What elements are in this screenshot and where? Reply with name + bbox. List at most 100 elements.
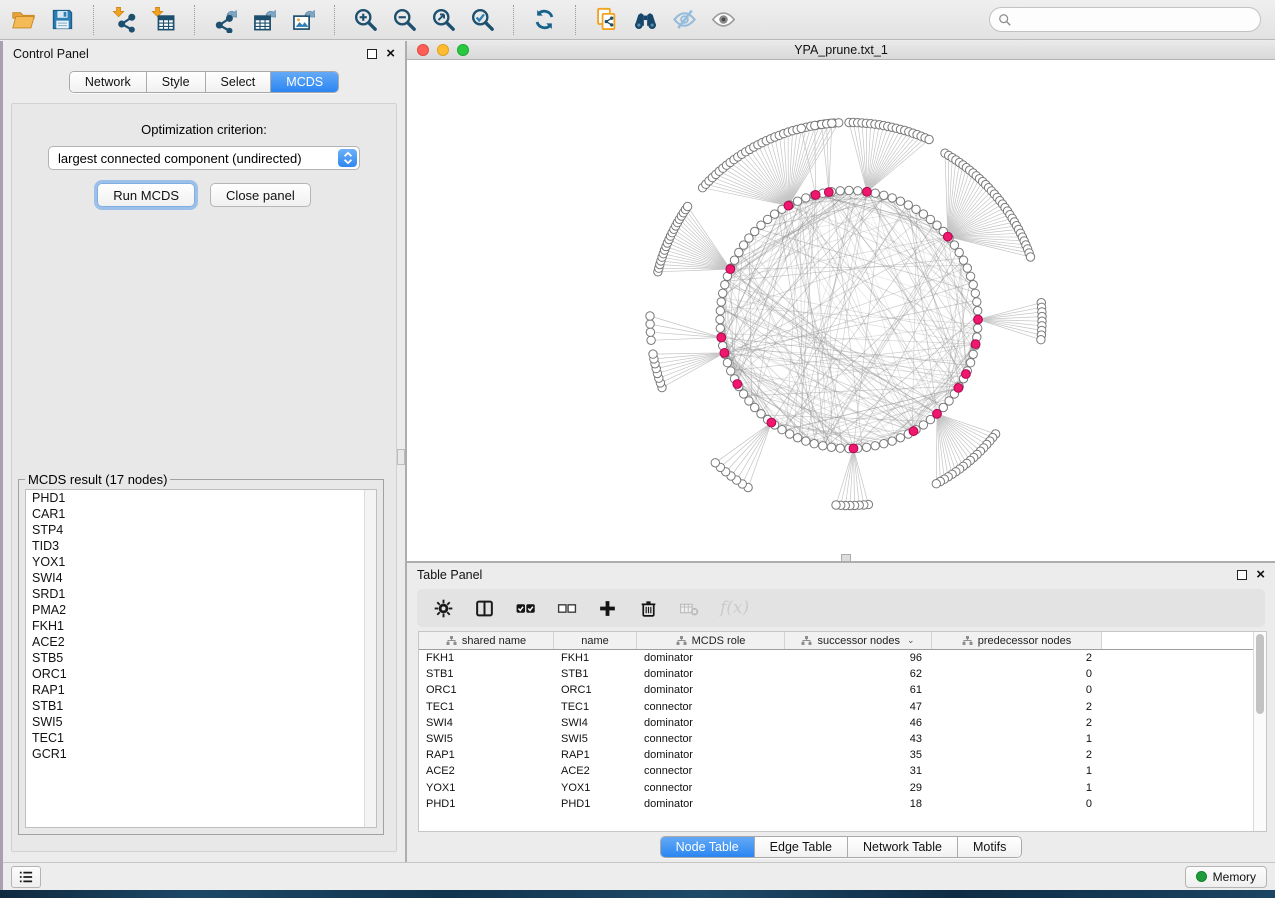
zoom-in-icon[interactable] (352, 6, 379, 33)
close-table-panel-icon[interactable]: × (1256, 570, 1265, 580)
tab-style[interactable]: Style (147, 72, 206, 92)
column-header-successor-nodes[interactable]: successor nodes⌄ (785, 632, 932, 649)
tab-mcds[interactable]: MCDS (271, 72, 338, 92)
toolbar-divider (513, 5, 514, 35)
search-box[interactable] (989, 7, 1261, 32)
cell-name: RAP1 (554, 749, 637, 761)
mcds-result-item[interactable]: GCR1 (26, 746, 376, 762)
toolbar-divider (194, 5, 195, 35)
tab-network[interactable]: Network (70, 72, 147, 92)
cell-name: FKH1 (554, 652, 637, 664)
cell-shared-name: YOX1 (419, 782, 554, 794)
float-panel-icon[interactable] (367, 49, 377, 59)
trash-icon[interactable] (638, 598, 659, 619)
network-canvas[interactable] (407, 60, 1275, 561)
gear-icon[interactable] (433, 598, 454, 619)
table-panel: Table Panel × f(x) shared namenameMCDS r… (407, 563, 1275, 862)
search-input[interactable] (1017, 13, 1252, 27)
cell-shared-name: RAP1 (419, 749, 554, 761)
select-checked-icon[interactable] (515, 598, 536, 619)
mcds-result-item[interactable]: YOX1 (26, 554, 376, 570)
horizontal-splitter-handle[interactable] (841, 554, 851, 561)
mcds-result-item[interactable]: ORC1 (26, 666, 376, 682)
column-header-shared-name[interactable]: shared name (419, 632, 554, 649)
mcds-result-item[interactable]: PHD1 (26, 490, 376, 506)
table-row[interactable]: PHD1PHD1dominator180 (419, 796, 1266, 812)
column-header-predecessor-nodes[interactable]: predecessor nodes (932, 632, 1102, 649)
splitter-handle[interactable] (397, 449, 405, 465)
mcds-result-item[interactable]: TID3 (26, 538, 376, 554)
import-network-icon[interactable] (111, 6, 138, 33)
table-scrollbar[interactable] (1253, 632, 1266, 831)
zoom-selected-icon[interactable] (469, 6, 496, 33)
mcds-result-item[interactable]: STB1 (26, 698, 376, 714)
mcds-result-item[interactable]: CAR1 (26, 506, 376, 522)
table-row[interactable]: TEC1TEC1connector472 (419, 699, 1266, 715)
mcds-result-group: MCDS result (17 nodes) PHD1CAR1STP4TID3Y… (18, 472, 384, 835)
refresh-icon[interactable] (531, 6, 558, 33)
open-folder-icon[interactable] (10, 6, 37, 33)
export-network-icon[interactable] (212, 6, 239, 33)
cell-successor-nodes: 35 (785, 749, 932, 761)
mcds-result-item[interactable]: FKH1 (26, 618, 376, 634)
hide-visibility-icon[interactable] (671, 6, 698, 33)
table-row[interactable]: FKH1FKH1dominator962 (419, 650, 1266, 666)
select-unchecked-icon[interactable] (556, 598, 577, 619)
cell-MCDS-role: dominator (637, 798, 785, 810)
mcds-result-list[interactable]: PHD1CAR1STP4TID3YOX1SWI4SRD1PMA2FKH1ACE2… (25, 489, 377, 828)
tab-select[interactable]: Select (206, 72, 272, 92)
eye-icon[interactable] (710, 6, 737, 33)
mcds-result-item[interactable]: STB5 (26, 650, 376, 666)
table-row[interactable]: YOX1YOX1connector291 (419, 780, 1266, 796)
table-tab-network-table[interactable]: Network Table (848, 837, 958, 857)
mcds-result-item[interactable]: STP4 (26, 522, 376, 538)
table-row[interactable]: STB1STB1dominator620 (419, 666, 1266, 682)
binoculars-icon[interactable] (632, 6, 659, 33)
select-stepper-icon (338, 149, 357, 167)
float-table-panel-icon[interactable] (1237, 570, 1247, 580)
mcds-result-item[interactable]: TEC1 (26, 730, 376, 746)
import-table-icon[interactable] (150, 6, 177, 33)
mcds-result-item[interactable]: RAP1 (26, 682, 376, 698)
column-header-MCDS-role[interactable]: MCDS role (637, 632, 785, 649)
list-scrollbar[interactable] (364, 490, 376, 827)
split-columns-icon[interactable] (474, 598, 495, 619)
cell-successor-nodes: 43 (785, 733, 932, 745)
zoom-fit-icon[interactable] (430, 6, 457, 33)
close-panel-icon[interactable]: × (386, 49, 395, 59)
cell-successor-nodes: 29 (785, 782, 932, 794)
run-mcds-button[interactable]: Run MCDS (97, 183, 195, 207)
mcds-result-item[interactable]: SRD1 (26, 586, 376, 602)
table-scrollbar-thumb[interactable] (1256, 634, 1264, 714)
share-document-icon[interactable] (593, 6, 620, 33)
window-edge (0, 41, 3, 890)
close-panel-button[interactable]: Close panel (210, 183, 311, 207)
mcds-result-item[interactable]: ACE2 (26, 634, 376, 650)
zoom-out-icon[interactable] (391, 6, 418, 33)
table-row[interactable]: SWI4SWI4dominator462 (419, 715, 1266, 731)
criterion-select[interactable]: largest connected component (undirected) (48, 146, 360, 170)
cell-MCDS-role: connector (637, 701, 785, 713)
table-row[interactable]: SWI5SWI5connector431 (419, 731, 1266, 747)
optimization-label: Optimization criterion: (12, 122, 396, 137)
table-tab-node-table[interactable]: Node Table (661, 837, 755, 857)
add-icon[interactable] (597, 598, 618, 619)
mcds-result-item[interactable]: SWI4 (26, 570, 376, 586)
mcds-result-item[interactable]: SWI5 (26, 714, 376, 730)
export-table-icon[interactable] (251, 6, 278, 33)
memory-button[interactable]: Memory (1185, 866, 1267, 888)
table-row[interactable]: RAP1RAP1dominator352 (419, 747, 1266, 763)
mcds-result-item[interactable]: PMA2 (26, 602, 376, 618)
task-history-button[interactable] (11, 866, 41, 888)
export-image-icon[interactable] (290, 6, 317, 33)
table-tab-motifs[interactable]: Motifs (958, 837, 1021, 857)
cell-shared-name: ORC1 (419, 684, 554, 696)
main-toolbar (0, 0, 1275, 40)
table-tab-edge-table[interactable]: Edge Table (755, 837, 848, 857)
table-row[interactable]: ACE2ACE2connector311 (419, 763, 1266, 779)
column-header-name[interactable]: name (554, 632, 637, 649)
save-icon[interactable] (49, 6, 76, 33)
table-row[interactable]: ORC1ORC1dominator610 (419, 682, 1266, 698)
cell-shared-name: SWI4 (419, 717, 554, 729)
cell-name: SWI5 (554, 733, 637, 745)
